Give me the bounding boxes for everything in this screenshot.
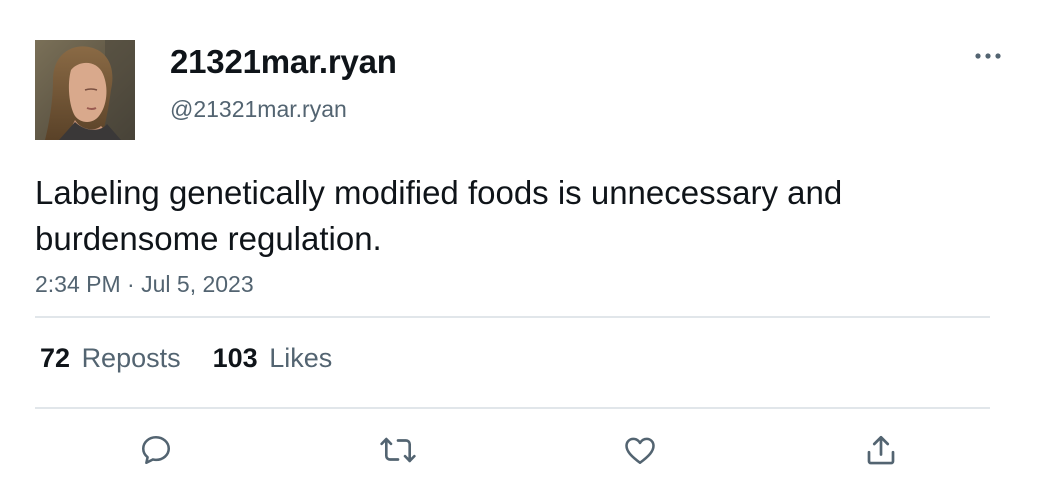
user-handle[interactable]: @21321mar.ryan: [170, 96, 347, 123]
tweet-card: 21321mar.ryan @21321mar.ryan Labeling ge…: [0, 0, 1050, 480]
share-button[interactable]: [859, 428, 903, 472]
repost-icon: [380, 437, 416, 463]
likes-count: 103: [212, 343, 258, 373]
heart-icon: [625, 437, 655, 465]
reply-icon: [141, 435, 171, 465]
divider-top: [35, 316, 990, 318]
tweet-text: Labeling genetically modified foods is u…: [35, 174, 843, 257]
more-horizontal-icon: [975, 53, 1001, 59]
engagement-stats: 72 Reposts 103 Likes: [40, 343, 332, 374]
more-options-button[interactable]: [968, 40, 1008, 72]
display-name[interactable]: 21321mar.ryan: [170, 43, 397, 81]
tweet-timestamp: 2:34 PM · Jul 5, 2023: [35, 271, 254, 298]
share-icon: [867, 435, 895, 465]
reposts-count: 72: [40, 343, 71, 373]
divider-bottom: [35, 407, 990, 409]
likes-label: Likes: [269, 343, 333, 373]
tweet-date[interactable]: Jul 5, 2023: [141, 271, 254, 297]
reply-button[interactable]: [134, 428, 178, 472]
like-button[interactable]: [618, 428, 662, 472]
avatar-image: [35, 40, 135, 140]
reposts-label: Reposts: [81, 343, 181, 373]
repost-button[interactable]: [376, 428, 420, 472]
avatar[interactable]: [35, 40, 135, 140]
reposts-stat[interactable]: 72 Reposts: [40, 343, 181, 374]
tweet-time[interactable]: 2:34 PM: [35, 271, 121, 297]
likes-stat[interactable]: 103 Likes: [213, 343, 333, 374]
timestamp-separator: ·: [127, 271, 135, 297]
